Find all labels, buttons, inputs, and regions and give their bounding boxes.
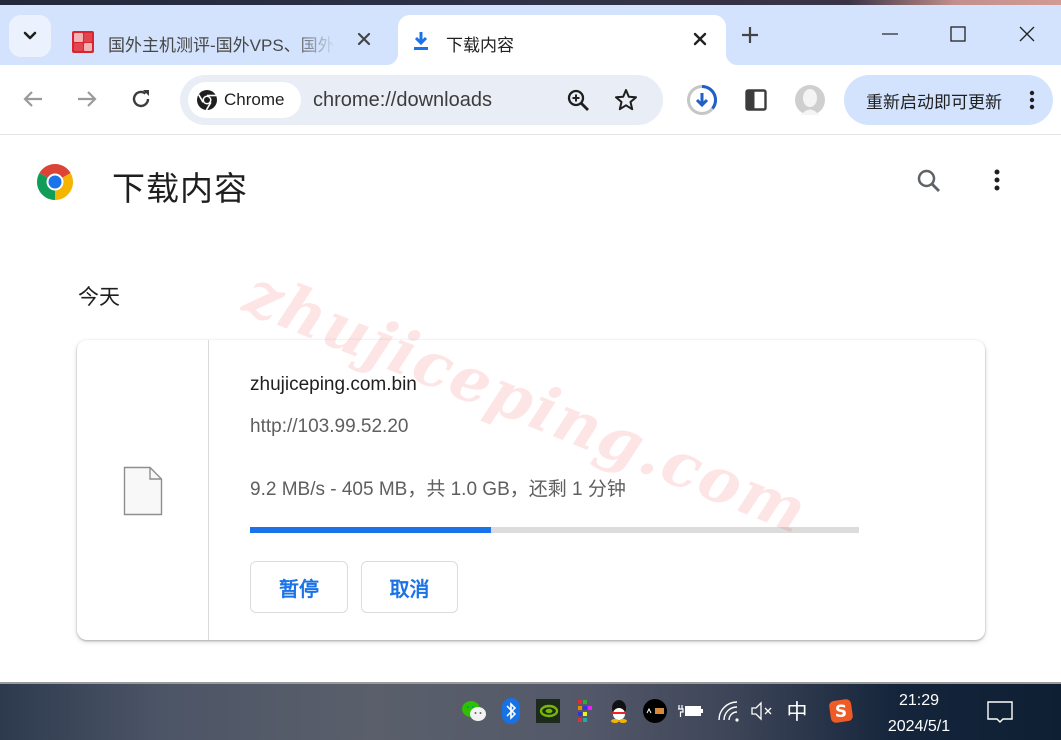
notification-icon [987,701,1013,723]
maximize-icon [950,26,966,42]
download-progress-bar [250,527,859,533]
clock-time: 21:29 [898,692,940,709]
tab-search-button[interactable] [9,15,51,57]
bookmark-button[interactable] [614,88,638,112]
url-text[interactable]: chrome://downloads [313,89,492,112]
profile-button[interactable] [793,83,827,117]
reload-button[interactable] [124,82,158,116]
download-item: zhujiceping.com.bin http://103.99.52.20 … [77,340,985,640]
progress-fill [250,527,491,533]
pause-button[interactable]: 暂停 [250,561,348,613]
more-actions-button[interactable] [993,168,1001,197]
tab-title: 国外主机测评-国外VPS、国外服务器 [108,36,336,55]
search-icon [917,169,940,192]
side-panel-button[interactable] [739,83,773,117]
tab-strip: 国外主机测评-国外VPS、国外服务器 下载内容 [0,5,1061,65]
volume-muted-icon[interactable] [749,698,775,724]
zhujiceping-logo-icon [72,31,94,53]
address-bar[interactable]: Chrome chrome://downloads [180,75,663,125]
window-close-button[interactable] [1007,19,1047,49]
file-name-link[interactable]: zhujiceping.com.bin [250,374,417,396]
reload-icon [132,90,150,108]
arrow-left-icon [23,91,42,107]
maximize-button[interactable] [938,19,978,49]
download-progress-icon [687,85,718,115]
ime-chinese-icon[interactable]: 中 [784,698,810,724]
sogou-input-icon[interactable]: S [828,698,854,724]
forward-button[interactable] [70,82,104,116]
bluetooth-icon[interactable] [498,698,524,724]
site-info-chip[interactable]: Chrome [188,82,301,118]
chrome-icon [197,90,217,111]
color-grid-icon[interactable] [572,698,598,724]
source-url-link[interactable]: http://103.99.52.20 [250,416,408,438]
close-icon [357,32,371,46]
zoom-button[interactable] [566,88,590,112]
wechat-icon[interactable] [461,698,487,724]
tab-zhujiceping[interactable]: 国外主机测评-国外VPS、国外服务器 [60,15,390,65]
update-label: 重新启动即可更新 [866,92,1002,112]
tab-close-button[interactable] [689,28,711,50]
side-panel-icon [745,89,767,111]
arrow-right-icon [78,91,97,107]
chrome-logo-icon [36,164,74,200]
qq-icon[interactable] [606,698,632,724]
wifi-icon[interactable] [716,698,742,724]
file-icon [123,466,163,516]
taskbar: 中 S 21:29 2024/5/1 [0,682,1061,740]
svg-text:S: S [835,702,847,722]
clock-date: 2024/5/1 [887,718,951,735]
chevron-down-icon [23,31,37,40]
relaunch-to-update-button[interactable]: 重新启动即可更新 [844,75,1053,125]
date-group-label: 今天 [78,286,120,309]
close-icon [1019,26,1035,42]
search-downloads-button[interactable] [916,168,942,199]
page-title: 下载内容 [112,170,248,207]
minimize-button[interactable] [870,19,910,49]
minimize-icon [882,33,898,35]
download-status: 9.2 MB/s - 405 MB，共 1.0 GB，还剩 1 分钟 [250,479,626,500]
nvidia-icon[interactable] [535,698,561,724]
tab-downloads[interactable]: 下载内容 [386,15,738,65]
chip-label: Chrome [224,90,285,109]
cancel-button[interactable]: 取消 [361,561,458,613]
media-app-icon[interactable] [642,698,668,724]
avatar-icon [795,85,825,115]
new-tab-button[interactable] [741,23,759,47]
system-clock[interactable]: 21:29 2024/5/1 [880,688,958,740]
downloads-button[interactable] [685,83,719,117]
tab-close-button[interactable] [353,28,375,50]
zoom-in-icon [567,89,589,111]
battery-charging-icon[interactable] [678,698,704,724]
more-vertical-icon [994,169,1000,191]
browser-window: 国外主机测评-国外VPS、国外服务器 下载内容 [0,5,1061,682]
back-button[interactable] [16,82,50,116]
file-icon-column [77,340,209,640]
browser-toolbar: Chrome chrome://downloads 重新启动即可更新 [0,65,1061,135]
star-icon [615,89,637,111]
plus-icon [742,27,758,43]
download-icon [414,32,428,50]
tab-title: 下载内容 [446,36,514,55]
notification-center-button[interactable] [987,700,1013,731]
downloads-page: 下载内容 今天 zhujiceping.com.bin http://103.9… [0,136,1061,682]
close-icon [693,32,707,46]
more-vertical-icon [1029,90,1035,110]
